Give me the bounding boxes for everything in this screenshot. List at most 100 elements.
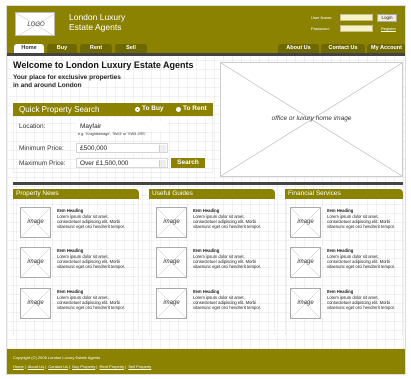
thumbnail-label: image	[163, 259, 180, 265]
item-thumbnail[interactable]: image	[156, 207, 187, 238]
item-thumbnail[interactable]: image	[20, 247, 51, 278]
site-name-line2: Estate Agents	[69, 22, 122, 32]
item-thumbnail[interactable]: image	[156, 288, 187, 319]
column-header-useful-guides[interactable]: Useful Guides	[149, 189, 275, 199]
separator: |	[96, 364, 98, 369]
max-price-value: Over £1,500,000	[80, 160, 129, 167]
to-rent-radio[interactable]	[176, 107, 181, 112]
search-header: Quick Property Search To Buy To Rent	[13, 103, 213, 116]
item-heading[interactable]: Item Heading	[57, 289, 83, 294]
item-heading[interactable]: Item Heading	[57, 248, 83, 253]
item-text: Lorem ipsum dolor sit amet, consectetuer…	[327, 295, 395, 310]
site-name-line1: London Luxury	[69, 12, 126, 22]
search-title: Quick Property Search	[19, 105, 100, 114]
search-button[interactable]: Search	[171, 158, 205, 168]
thumbnail-label: image	[27, 300, 44, 306]
item-thumbnail[interactable]: image	[290, 207, 321, 238]
login-button[interactable]: Login	[377, 14, 397, 22]
item-text: Lorem ipsum dolor sit amet, consectetuer…	[193, 254, 261, 269]
copyright: Copyright (C) 2006 London Luxury Estate …	[13, 355, 101, 360]
tab-rent[interactable]: Rent	[80, 44, 112, 53]
item-heading[interactable]: Item Heading	[327, 248, 353, 253]
max-price-label: Maximum Price:	[19, 160, 66, 167]
separator: |	[125, 364, 127, 369]
item-thumbnail[interactable]: image	[290, 247, 321, 278]
hero-image: office or luxury home image	[220, 62, 403, 177]
item-text: Lorem ipsum dolor sit amet, consectetuer…	[193, 295, 261, 310]
column-header-financial-services[interactable]: Financial Services	[285, 189, 403, 199]
footer-link-home[interactable]: Home	[13, 364, 24, 369]
thumbnail-label: image	[27, 219, 44, 225]
tab-sell[interactable]: Sell	[115, 44, 147, 53]
footer-link-rent-property[interactable]: Rent Property	[100, 364, 125, 369]
thumbnail-label: image	[27, 259, 44, 265]
to-rent-label[interactable]: To Rent	[183, 105, 207, 112]
item-text: Lorem ipsum dolor sit amet, consectetuer…	[57, 214, 125, 229]
item-heading[interactable]: Item Heading	[57, 208, 83, 213]
min-price-value: £500,000	[80, 145, 108, 152]
thumbnail-label: image	[163, 300, 180, 306]
chevron-down-icon	[159, 145, 166, 152]
nav-underbar	[7, 53, 405, 56]
username-input[interactable]	[340, 14, 373, 21]
item-thumbnail[interactable]: image	[20, 207, 51, 238]
password-label: Password:	[311, 26, 330, 31]
main-nav: Home Buy Rent Sell About Us Contact Us M…	[7, 44, 405, 53]
tagline-line2: in and around London	[13, 82, 82, 89]
footer-link-sell-property[interactable]: Sell Property	[128, 364, 151, 369]
column-header-property-news[interactable]: Property News	[13, 189, 139, 199]
thumbnail-label: image	[297, 300, 314, 306]
tagline-line1: Your place for exclusive properties	[13, 74, 121, 81]
password-input[interactable]	[340, 25, 373, 32]
tab-buy[interactable]: Buy	[47, 44, 77, 53]
thumbnail-label: image	[297, 259, 314, 265]
item-heading[interactable]: Item Heading	[327, 289, 353, 294]
min-price-select[interactable]: £500,000	[76, 143, 168, 153]
page: LOGO London Luxury Estate Agents User Na…	[6, 5, 406, 375]
footer-link-about-us[interactable]: About Us	[28, 364, 44, 369]
item-heading[interactable]: Item Heading	[327, 208, 353, 213]
item-heading[interactable]: Item Heading	[193, 208, 219, 213]
tab-my-account[interactable]: My Account	[367, 44, 405, 53]
to-buy-radio[interactable]	[135, 107, 140, 112]
separator: |	[24, 364, 26, 369]
separator: |	[69, 364, 71, 369]
to-buy-label[interactable]: To Buy	[142, 105, 164, 112]
site-header: LOGO London Luxury Estate Agents User Na…	[7, 6, 405, 44]
item-text: Lorem ipsum dolor sit amet, consectetuer…	[57, 295, 125, 310]
min-price-label: Minimum Price:	[19, 145, 64, 152]
location-input[interactable]: Mayfair	[76, 121, 168, 131]
location-label: Location:	[19, 123, 46, 130]
logo-text: LOGO	[27, 22, 45, 28]
item-heading[interactable]: Item Heading	[193, 289, 219, 294]
site-footer: Copyright (C) 2006 London Luxury Estate …	[7, 349, 405, 374]
chevron-down-icon	[159, 160, 166, 167]
hero-image-label: office or luxury home image	[271, 115, 352, 122]
tab-contact-us[interactable]: Contact Us	[321, 44, 365, 53]
username-label: User Name:	[311, 15, 333, 20]
item-heading[interactable]: Item Heading	[193, 248, 219, 253]
register-link[interactable]: Register	[381, 26, 396, 31]
item-thumbnail[interactable]: image	[20, 288, 51, 319]
location-hint: e.g. 'Knightsbridge', 'SW3' or 'SW3 2RS'	[78, 132, 146, 136]
item-thumbnail[interactable]: image	[156, 247, 187, 278]
tagline: Your place for exclusive properties in a…	[13, 74, 173, 90]
footer-link-buy-property[interactable]: Buy Property	[72, 364, 95, 369]
tab-about-us[interactable]: About Us	[278, 44, 319, 53]
thumbnail-label: image	[297, 219, 314, 225]
footer-links: Home| About Us| Contact Us| Buy Property…	[13, 364, 151, 369]
separator: |	[45, 364, 47, 369]
tab-home[interactable]: Home	[14, 44, 44, 53]
page-title: Welcome to London Luxury Estate Agents	[13, 60, 194, 70]
item-text: Lorem ipsum dolor sit amet, consectetuer…	[327, 254, 395, 269]
item-text: Lorem ipsum dolor sit amet, consectetuer…	[193, 214, 261, 229]
item-text: Lorem ipsum dolor sit amet, consectetuer…	[327, 214, 395, 229]
max-price-select[interactable]: Over £1,500,000	[76, 158, 168, 168]
site-name: London Luxury Estate Agents	[69, 12, 125, 32]
footer-link-contact-us[interactable]: Contact Us	[48, 364, 68, 369]
logo[interactable]: LOGO	[15, 12, 55, 36]
section-divider	[13, 182, 403, 185]
thumbnail-label: image	[163, 219, 180, 225]
item-text: Lorem ipsum dolor sit amet, consectetuer…	[57, 254, 125, 269]
item-thumbnail[interactable]: image	[290, 288, 321, 319]
